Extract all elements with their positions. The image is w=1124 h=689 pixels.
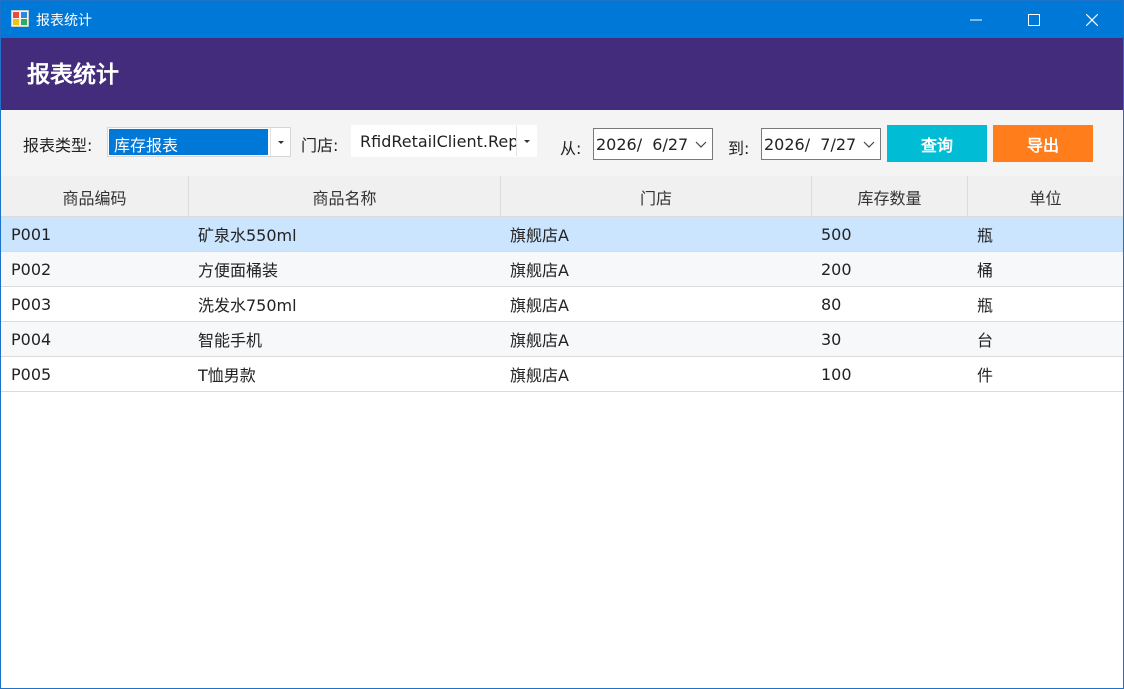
cell-store: 旗舰店A [510,226,569,245]
cell-unit: 台 [977,331,994,350]
store-value: RfidRetailClient.Rep [360,132,516,151]
cell-code: P005 [11,364,52,384]
cell-unit: 桶 [977,261,994,280]
cell-store: 旗舰店A [510,366,569,385]
cell-name: T恤男款 [198,366,256,385]
column-header-quantity[interactable]: 库存数量 [812,176,968,217]
to-date-picker[interactable]: 2026/ 7/27 [761,128,881,160]
filter-toolbar: 报表类型: 库存报表 门店: RfidRetailClient.Rep 从: 2… [1,110,1123,176]
cell-unit: 瓶 [977,296,994,315]
close-icon [1086,13,1098,26]
page-header: 报表统计 [1,38,1123,110]
report-type-dropdown-button[interactable] [270,128,290,156]
report-type-label: 报表类型: [23,136,93,155]
page-title: 报表统计 [27,62,119,88]
minimize-icon [970,19,982,20]
cell-name: 矿泉水550ml [198,226,297,245]
export-button[interactable]: 导出 [993,125,1093,162]
cell-name: 洗发水750ml [198,296,297,315]
cell-code: P002 [11,259,52,279]
store-label: 门店: [301,136,339,155]
to-label: 到: [728,139,750,158]
chevron-down-icon [523,139,530,143]
grid-header: 商品编码 商品名称 门店 库存数量 单位 [1,176,1123,217]
column-header-code[interactable]: 商品编码 [1,176,189,217]
report-type-select[interactable]: 库存报表 [107,127,291,157]
column-header-store[interactable]: 门店 [501,176,812,217]
maximize-button[interactable] [1005,1,1063,38]
cell-code: P003 [11,294,52,314]
title-bar[interactable]: 报表统计 [1,1,1123,38]
cell-store: 旗舰店A [510,296,569,315]
report-type-value: 库存报表 [109,129,268,155]
store-select[interactable]: RfidRetailClient.Rep [351,125,537,157]
cell-name: 智能手机 [198,331,263,350]
cell-quantity: 100 [821,364,852,384]
cell-unit: 件 [977,366,994,385]
cell-quantity: 200 [821,259,852,279]
maximize-icon [1028,13,1040,26]
cell-name: 方便面桶装 [198,261,279,280]
column-header-name[interactable]: 商品名称 [189,176,501,217]
table-row[interactable]: P003 洗发水750ml 旗舰店A 80 瓶 [1,287,1123,322]
close-button[interactable] [1063,1,1121,38]
cell-quantity: 30 [821,329,842,349]
cell-quantity: 500 [821,224,852,244]
window-title: 报表统计 [36,13,92,29]
report-window: 报表统计 报表统计 报表类型: 库存报表 门店: RfidRetailClien… [0,0,1124,689]
minimize-button[interactable] [947,1,1005,38]
table-row[interactable]: P001 矿泉水550ml 旗舰店A 500 瓶 [1,217,1123,252]
from-date-value: 2026/ 6/27 [596,135,689,154]
cell-store: 旗舰店A [510,261,569,280]
cell-code: P001 [11,224,52,244]
query-button[interactable]: 查询 [887,125,987,162]
column-header-unit[interactable]: 单位 [968,176,1123,217]
cell-quantity: 80 [821,294,842,314]
table-row[interactable]: P004 智能手机 旗舰店A 30 台 [1,322,1123,357]
to-date-value: 2026/ 7/27 [764,135,857,154]
chevron-down-icon[interactable] [694,137,708,151]
table-row[interactable]: P005 T恤男款 旗舰店A 100 件 [1,357,1123,392]
from-label: 从: [560,139,582,158]
chevron-down-icon[interactable] [862,137,876,151]
cell-unit: 瓶 [977,226,994,245]
from-date-picker[interactable]: 2026/ 6/27 [593,128,713,160]
store-dropdown-button[interactable] [516,126,536,156]
chevron-down-icon [277,140,284,144]
cell-store: 旗舰店A [510,331,569,350]
table-row[interactable]: P002 方便面桶装 旗舰店A 200 桶 [1,252,1123,287]
cell-code: P004 [11,329,52,349]
app-icon [11,10,29,27]
